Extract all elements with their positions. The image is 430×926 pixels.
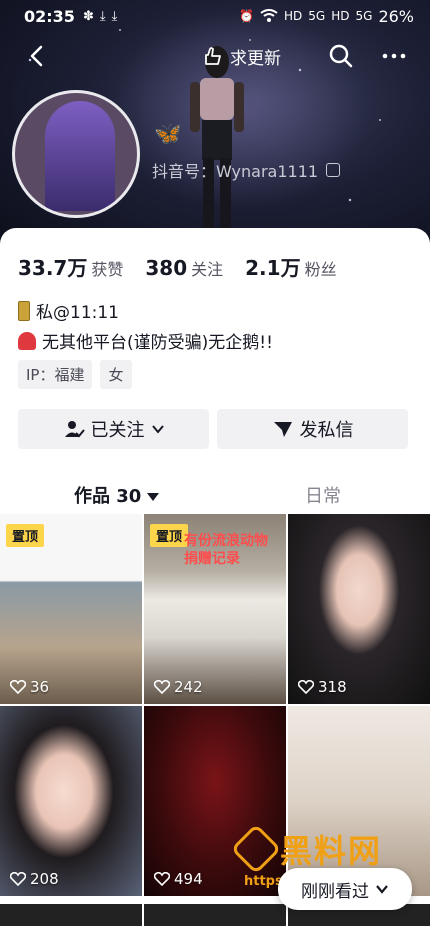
like-count: 318 xyxy=(298,678,347,696)
thumbnail-caption-line-2: 捐赠记录 xyxy=(184,551,240,567)
heart-icon xyxy=(154,680,170,694)
thumbnail-caption: 有份流浪动物 捐赠记录 xyxy=(184,532,268,568)
followed-label: 已关注 xyxy=(90,420,145,441)
like-count-value: 208 xyxy=(30,870,59,888)
chevron-down-icon xyxy=(376,885,388,894)
heart-icon xyxy=(298,680,314,694)
status-bar: 02:35 ✽ ⤓ ⤓ ⏰ HD 5G HD 5G 26% xyxy=(0,0,430,32)
pinned-badge: 置顶 xyxy=(6,524,45,547)
caret-down-icon xyxy=(147,493,160,501)
heart-icon xyxy=(154,872,170,886)
like-count-value: 36 xyxy=(30,678,50,696)
bio-text-2: 无其他平台(谨防受骗)无企鹅!! xyxy=(42,333,273,353)
paper-plane-icon xyxy=(273,422,292,437)
recently-viewed-label: 刚刚看过 xyxy=(301,881,369,902)
pinned-badge: 置顶 xyxy=(150,524,189,547)
watermark: 黑料网 xyxy=(230,823,383,875)
copy-icon[interactable] xyxy=(326,163,341,177)
user-check-icon xyxy=(64,421,85,438)
avatar-image xyxy=(45,101,115,211)
bio-line-2: 无其他平台(谨防受骗)无企鹅!! xyxy=(18,328,273,353)
back-arrow-icon[interactable] xyxy=(24,42,52,70)
wifi-icon xyxy=(260,9,278,22)
status-time: 02:35 xyxy=(24,6,75,26)
like-count: 242 xyxy=(154,678,203,696)
chevron-down-icon xyxy=(151,425,164,434)
video-thumbnail[interactable]: 208 xyxy=(0,706,142,896)
video-thumbnail[interactable] xyxy=(0,904,142,926)
tab-works[interactable]: 作品 30 xyxy=(74,482,160,508)
hd-icon: HD xyxy=(331,9,350,23)
search-icon[interactable] xyxy=(327,42,355,70)
send-message-button[interactable]: 发私信 xyxy=(217,409,408,449)
like-count: 494 xyxy=(154,870,203,888)
followers-label[interactable]: 粉丝 xyxy=(305,256,337,280)
action-buttons: 已关注 发私信 xyxy=(18,409,408,449)
siren-icon xyxy=(18,331,36,350)
phone-icon xyxy=(18,300,30,321)
like-count-value: 318 xyxy=(318,678,347,696)
send-message-label: 发私信 xyxy=(299,420,354,441)
tab-daily[interactable]: 日常 xyxy=(305,482,341,508)
heart-icon xyxy=(10,680,26,694)
video-thumbnail[interactable]: 置顶 有份流浪动物 捐赠记录 242 xyxy=(144,514,286,704)
video-thumbnail[interactable]: 318 xyxy=(288,514,430,704)
content-tabs: 作品 30 日常 xyxy=(0,476,430,516)
status-left-icons: ✽ ⤓ ⤓ xyxy=(83,9,117,24)
recently-viewed-button[interactable]: 刚刚看过 xyxy=(278,868,412,910)
like-count-value: 494 xyxy=(174,870,203,888)
like-count: 36 xyxy=(10,678,49,696)
bio-line-1: 私@11:11 xyxy=(18,298,119,323)
download-icon: ⤓ xyxy=(99,8,106,24)
avatar[interactable] xyxy=(12,90,140,218)
heart-icon xyxy=(10,872,26,886)
signal-5g-icon: 5G xyxy=(308,9,326,23)
flower-icon: ✽ xyxy=(82,8,94,24)
bio-text-1: 私@11:11 xyxy=(36,303,119,323)
stats-row: 33.7万 获赞 380 关注 2.1万 粉丝 xyxy=(18,252,355,281)
like-count-value: 242 xyxy=(174,678,203,696)
like-count: 208 xyxy=(10,870,59,888)
likes-label: 获赞 xyxy=(91,260,124,279)
status-right-icons: ⏰ HD 5G HD 5G 26% xyxy=(239,7,414,26)
profile-tags: IP：福建 女 xyxy=(18,360,132,389)
download-icon: ⤓ xyxy=(111,8,118,24)
followed-button[interactable]: 已关注 xyxy=(18,409,209,449)
watermark-logo-icon xyxy=(230,823,282,875)
tab-works-label: 作品 30 xyxy=(74,486,142,507)
ip-location-tag: IP：福建 xyxy=(18,360,93,389)
following-label[interactable]: 关注 xyxy=(191,256,223,280)
followers-count[interactable]: 2.1万 xyxy=(245,252,300,281)
more-icon[interactable] xyxy=(380,42,408,70)
video-thumbnail[interactable]: 置顶 36 xyxy=(0,514,142,704)
watermark-name: 黑料网 xyxy=(280,832,383,870)
hd-icon: HD xyxy=(284,9,303,23)
butterfly-icon: 🦋 xyxy=(154,122,182,147)
request-update-button[interactable]: 求更新 xyxy=(200,40,281,72)
douyin-id-row[interactable]: 抖音号：Wynara1111 xyxy=(152,158,341,182)
douyin-id: 抖音号：Wynara1111 xyxy=(152,162,319,181)
signal-5g-icon: 5G xyxy=(355,9,373,23)
likes-count: 33.7万 xyxy=(18,256,88,280)
gender-tag: 女 xyxy=(100,360,132,389)
request-update-label: 求更新 xyxy=(230,48,281,69)
alarm-icon: ⏰ xyxy=(239,9,255,23)
thumbnail-caption-line-1: 有份流浪动物 xyxy=(184,533,268,549)
battery-level: 26% xyxy=(378,6,414,26)
video-thumbnail[interactable] xyxy=(144,904,286,926)
pointing-hand-icon xyxy=(205,47,221,65)
following-count[interactable]: 380 xyxy=(145,256,187,280)
top-nav: 求更新 xyxy=(0,38,430,74)
